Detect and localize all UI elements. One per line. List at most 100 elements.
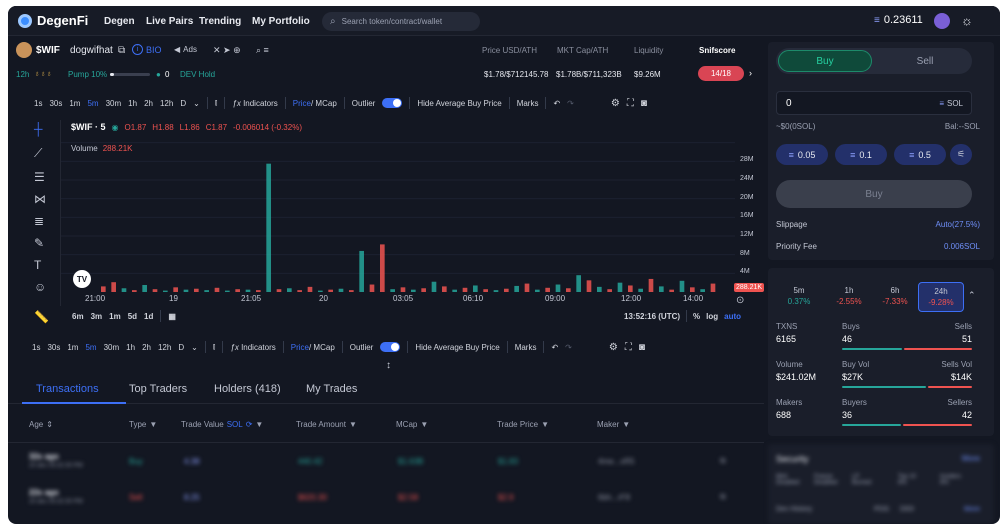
- tf-1s[interactable]: 1s: [32, 343, 40, 352]
- text-icon[interactable]: T: [34, 258, 41, 272]
- buy-tab[interactable]: Buy: [778, 50, 872, 72]
- bio-link[interactable]: i BIO: [132, 44, 162, 55]
- settings-icon[interactable]: ⚙: [609, 342, 618, 353]
- period-tab-24h[interactable]: 24h -9.28%: [918, 282, 964, 312]
- indicators-button[interactable]: ƒx Indicators: [232, 99, 277, 108]
- period-tab-6h[interactable]: 6h -7.33%: [872, 282, 918, 312]
- settings-icon[interactable]: ⚙: [611, 98, 620, 109]
- candle-type-icon[interactable]: ⫾: [213, 342, 216, 352]
- ads-link[interactable]: ◀ Ads: [174, 45, 197, 54]
- social-links-icon[interactable]: ✕ ➤ ⊕: [213, 45, 241, 56]
- period-tab-5m[interactable]: 5m 0.37%: [776, 282, 822, 312]
- outlier-toggle[interactable]: [380, 342, 401, 352]
- nav-link-trending[interactable]: Trending: [199, 16, 241, 27]
- col-maker[interactable]: Maker ▼: [597, 420, 630, 429]
- camera-icon[interactable]: ◙: [639, 342, 645, 353]
- camera-icon[interactable]: ◙: [641, 98, 647, 109]
- nav-link-my-portfolio[interactable]: My Portfolio: [252, 16, 310, 27]
- marks-button[interactable]: Marks: [515, 343, 537, 352]
- emoji-icon[interactable]: ☺: [34, 280, 46, 294]
- tab-my-trades[interactable]: My Trades: [306, 383, 357, 395]
- wallet-balance[interactable]: ≡ 0.23611: [874, 14, 923, 26]
- chevron-down-icon[interactable]: ⌄: [191, 343, 198, 352]
- redo-icon[interactable]: ↷: [565, 343, 572, 352]
- utc-time[interactable]: 13:52:16 (UTC): [624, 312, 680, 321]
- sell-tab[interactable]: Sell: [878, 50, 972, 72]
- range-3m[interactable]: 3m: [91, 312, 103, 321]
- ruler-icon[interactable]: 📏: [34, 310, 49, 324]
- slippage-value[interactable]: Auto(27.5%): [936, 220, 980, 229]
- target-icon[interactable]: ⊙: [736, 295, 744, 306]
- undo-icon[interactable]: ↶: [551, 343, 558, 352]
- nav-link-live-pairs[interactable]: Live Pairs: [146, 16, 193, 27]
- crosshair-icon[interactable]: ┼: [34, 122, 43, 136]
- calendar-icon[interactable]: ▦: [168, 312, 176, 321]
- search-token-icon[interactable]: ⌕ ≡: [256, 45, 269, 56]
- brush-icon[interactable]: ✎: [34, 236, 44, 250]
- tf-30m[interactable]: 30m: [106, 99, 122, 108]
- chevron-down-icon[interactable]: ⌄: [193, 99, 200, 108]
- brand[interactable]: DegenFi: [18, 13, 88, 28]
- tf-2h[interactable]: 2h: [142, 343, 151, 352]
- tf-12h[interactable]: 12h: [160, 99, 173, 108]
- hide-avg-buy-price-button[interactable]: Hide Average Buy Price: [415, 343, 499, 352]
- candle-type-icon[interactable]: ⫾: [215, 98, 218, 108]
- price-mcap-switch[interactable]: Price/ MCap: [293, 99, 337, 108]
- price-mcap-switch[interactable]: Price/ MCap: [291, 343, 335, 352]
- quick-amount-0-5[interactable]: ≡ 0.5: [894, 144, 946, 165]
- range-1m[interactable]: 1m: [109, 312, 121, 321]
- tf-2h[interactable]: 2h: [144, 99, 153, 108]
- security-more-link[interactable]: More: [962, 454, 980, 463]
- tf-d[interactable]: D: [180, 99, 186, 108]
- quick-amount-0-1[interactable]: ≡ 0.1: [835, 144, 887, 165]
- projection-icon[interactable]: ≣: [34, 214, 44, 228]
- col-trade-value[interactable]: Trade Value SOL ⟳ ▼: [181, 420, 263, 429]
- tf-30s[interactable]: 30s: [49, 99, 62, 108]
- auto-toggle[interactable]: auto: [724, 312, 741, 321]
- tf-30s[interactable]: 30s: [47, 343, 60, 352]
- snifscore-badge[interactable]: 14/18: [698, 66, 744, 81]
- tab-holders[interactable]: Holders (418): [214, 383, 281, 395]
- undo-icon[interactable]: ↶: [553, 99, 560, 108]
- tf-1s[interactable]: 1s: [34, 99, 42, 108]
- tf-5m[interactable]: 5m: [87, 99, 98, 108]
- settings-sliders-icon[interactable]: ⚟: [950, 144, 972, 165]
- fib-icon[interactable]: ☰: [34, 170, 45, 184]
- range-6m[interactable]: 6m: [72, 312, 84, 321]
- tradingview-logo[interactable]: TV: [73, 270, 91, 288]
- external-link-icon[interactable]: ⧉: [720, 456, 726, 466]
- marks-button[interactable]: Marks: [517, 99, 539, 108]
- table-row[interactable]: 32s ago 20 dec 05:32:30 PM Buy 4.38 440.…: [8, 450, 764, 480]
- amount-input[interactable]: 0 ≡ SOL: [776, 91, 972, 115]
- table-row[interactable]: 22s ago 20 dec 05:32:30 PM Sell 8.25 $62…: [8, 486, 764, 516]
- avatar[interactable]: [934, 13, 950, 29]
- tf-1h[interactable]: 1h: [128, 99, 137, 108]
- chevron-right-icon[interactable]: ›: [749, 68, 752, 78]
- tf-30m[interactable]: 30m: [104, 343, 120, 352]
- tf-1m[interactable]: 1m: [69, 99, 80, 108]
- range-1d[interactable]: 1d: [144, 312, 153, 321]
- pattern-icon[interactable]: ⋈: [34, 192, 46, 206]
- search-input[interactable]: ⌕ Search token/contract/wallet: [322, 12, 480, 31]
- col-trade-price[interactable]: Trade Price ▼: [497, 420, 549, 429]
- copy-icon[interactable]: ⧉: [118, 45, 125, 56]
- quick-amount-0-05[interactable]: ≡ 0.05: [776, 144, 828, 165]
- price-chart[interactable]: $WIF · 5 ◉ O1.87 H1.88 L1.86 C1.87 -0.00…: [60, 120, 735, 306]
- range-5d[interactable]: 5d: [128, 312, 137, 321]
- tf-1h[interactable]: 1h: [126, 343, 135, 352]
- nav-link-degen[interactable]: Degen: [104, 16, 135, 27]
- buy-submit-button[interactable]: Buy: [776, 180, 972, 208]
- dev-history-more-link[interactable]: More: [964, 506, 980, 513]
- tab-transactions[interactable]: Transactions: [36, 383, 99, 395]
- tf-d[interactable]: D: [178, 343, 184, 352]
- col-type[interactable]: Type ▼: [129, 420, 157, 429]
- redo-icon[interactable]: ↷: [567, 99, 574, 108]
- hide-avg-buy-price-button[interactable]: Hide Average Buy Price: [417, 99, 501, 108]
- col-mcap[interactable]: MCap ▼: [396, 420, 428, 429]
- theme-toggle-icon[interactable]: ☼: [961, 13, 973, 28]
- tab-top-traders[interactable]: Top Traders: [129, 383, 187, 395]
- tf-12h[interactable]: 12h: [158, 343, 171, 352]
- indicators-button[interactable]: ƒx Indicators: [230, 343, 275, 352]
- tf-1m[interactable]: 1m: [67, 343, 78, 352]
- col-age[interactable]: Age ⇕: [29, 420, 53, 429]
